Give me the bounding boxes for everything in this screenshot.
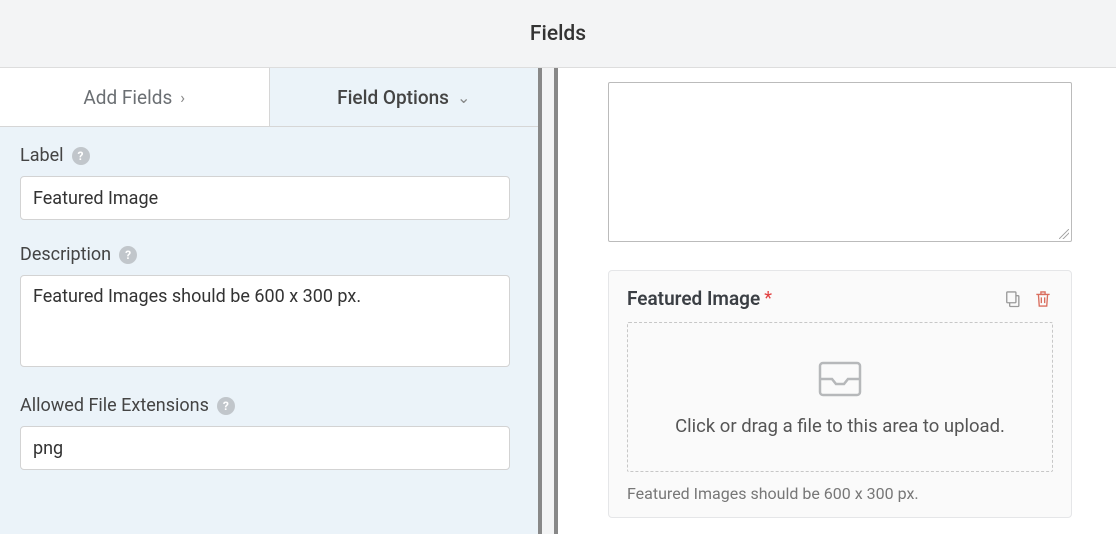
inbox-icon (817, 359, 863, 399)
group-label: Label ? (20, 145, 518, 220)
extensions-row: Allowed File Extensions ? (20, 395, 518, 416)
help-icon[interactable]: ? (217, 397, 235, 415)
tab-field-options[interactable]: Field Options ⌄ (269, 68, 539, 126)
label-input[interactable] (20, 176, 510, 220)
description-input[interactable] (20, 275, 510, 367)
chevron-down-icon: ⌄ (457, 88, 470, 107)
tab-add-fields-label: Add Fields (83, 86, 172, 109)
help-icon[interactable]: ? (119, 246, 137, 264)
extensions-input[interactable] (20, 426, 510, 470)
left-panel: Add Fields › Field Options ⌄ Label ? Des… (0, 68, 542, 534)
dropzone-text: Click or drag a file to this area to upl… (675, 415, 1005, 437)
chevron-right-icon: › (180, 88, 185, 107)
preview-field-card[interactable]: Featured Image * (608, 270, 1072, 518)
help-icon[interactable]: ? (72, 147, 90, 165)
field-options-body: Label ? Description ? Allowed File Exten… (0, 127, 538, 534)
extensions-title: Allowed File Extensions (20, 395, 209, 416)
required-star-icon: * (764, 288, 772, 309)
preview-field-title: Featured Image (627, 287, 760, 310)
preview-description: Featured Images should be 600 x 300 px. (627, 484, 1053, 503)
card-head: Featured Image * (627, 287, 1053, 310)
group-description: Description ? (20, 244, 518, 371)
description-row: Description ? (20, 244, 518, 265)
tab-field-options-label: Field Options (337, 86, 449, 109)
page-title: Fields (530, 22, 586, 46)
page-header: Fields (0, 0, 1116, 68)
duplicate-icon[interactable] (1003, 289, 1023, 309)
upload-dropzone[interactable]: Click or drag a file to this area to upl… (627, 322, 1053, 472)
preview-panel: Featured Image * (554, 68, 1116, 534)
preview-textarea[interactable] (608, 82, 1072, 242)
label-row: Label ? (20, 145, 518, 166)
panel-gap (542, 68, 554, 534)
description-title: Description (20, 244, 111, 265)
card-icons (1003, 289, 1053, 309)
tabs: Add Fields › Field Options ⌄ (0, 68, 538, 127)
label-title: Label (20, 145, 64, 166)
trash-icon[interactable] (1033, 289, 1053, 309)
main-columns: Add Fields › Field Options ⌄ Label ? Des… (0, 68, 1116, 534)
tab-add-fields[interactable]: Add Fields › (0, 68, 269, 126)
group-extensions: Allowed File Extensions ? (20, 395, 518, 470)
